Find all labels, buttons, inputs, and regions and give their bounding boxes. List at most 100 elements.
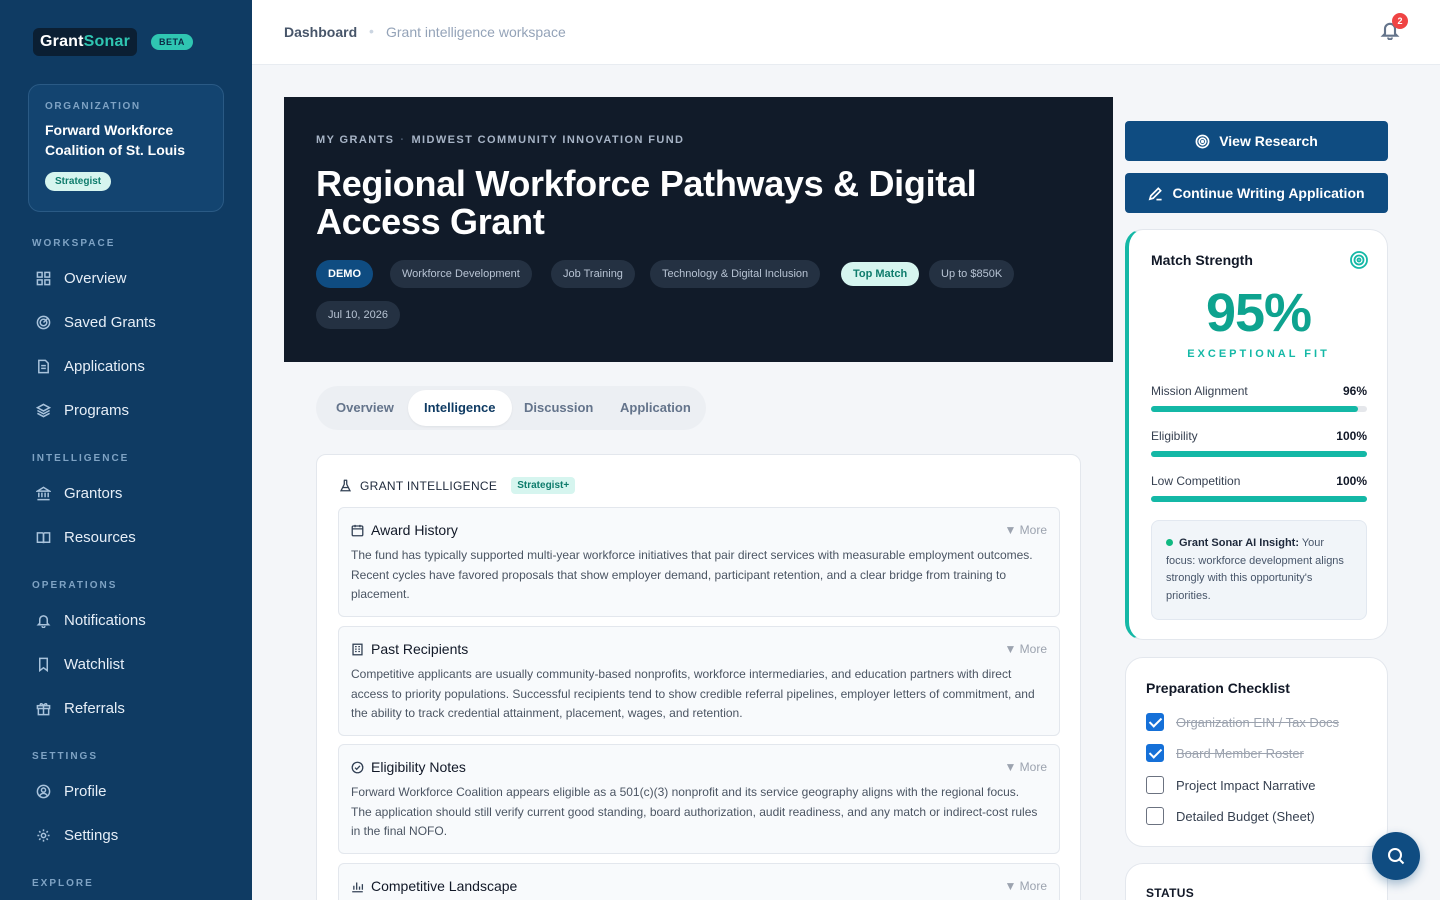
tag-demo: DEMO xyxy=(316,260,373,288)
checkbox-unchecked[interactable] xyxy=(1146,776,1164,794)
check-circle-icon xyxy=(351,761,364,773)
ai-insight-label: Grant Sonar AI Insight: xyxy=(1179,537,1299,549)
beta-badge: BETA xyxy=(151,34,193,50)
gift-icon xyxy=(36,703,51,716)
checklist-item[interactable]: Detailed Budget (Sheet) xyxy=(1146,807,1315,825)
tab-application[interactable]: Application xyxy=(604,390,707,426)
tag-category: Job Training xyxy=(551,260,635,288)
status-card: STATUS xyxy=(1125,863,1388,900)
metric-value: 96% xyxy=(1342,384,1367,398)
hero-breadcrumb-funder[interactable]: MIDWEST COMMUNITY INNOVATION FUND xyxy=(411,134,684,146)
user-icon xyxy=(36,784,51,799)
metric-name: Mission Alignment xyxy=(1151,384,1248,398)
sidebar-item-saved-grants[interactable]: Saved Grants xyxy=(36,314,156,331)
organization-card[interactable]: ORGANIZATION Forward Workforce Coalition… xyxy=(28,84,224,212)
organization-kicker: ORGANIZATION xyxy=(45,101,141,112)
breadcrumb-separator: • xyxy=(369,23,374,39)
preparation-checklist: Preparation Checklist Organization EIN /… xyxy=(1125,657,1388,847)
bar-chart-icon xyxy=(352,881,364,892)
metric-value: 100% xyxy=(1336,474,1367,488)
intel-card-body: Forward Workforce Coalition appears elig… xyxy=(351,785,1038,838)
tag-amount: Up to $850K xyxy=(929,260,1015,288)
view-research-button[interactable]: View Research xyxy=(1125,121,1388,161)
tag-top-match: Top Match xyxy=(841,262,920,286)
intel-card-award-history[interactable]: Award History ▼ More The fund has typica… xyxy=(338,507,1060,617)
sidebar-item-profile[interactable]: Profile xyxy=(36,783,107,800)
document-icon xyxy=(38,359,49,374)
sidebar-item-label: Referrals xyxy=(64,700,125,717)
checklist-item[interactable]: Board Member Roster xyxy=(1146,744,1304,762)
intel-card-title: Competitive Landscape xyxy=(371,878,518,894)
checkbox-unchecked[interactable] xyxy=(1146,807,1164,825)
sidebar-item-label: Notifications xyxy=(64,612,146,629)
sidebar-item-grantors[interactable]: Grantors xyxy=(36,485,122,502)
intel-card-past-recipients[interactable]: Past Recipients ▼ More Competitive appli… xyxy=(338,626,1060,736)
breadcrumb-current: Grant intelligence workspace xyxy=(386,24,566,40)
sidebar-item-notifications[interactable]: Notifications xyxy=(36,612,146,629)
ai-insight-box: Grant Sonar AI Insight: Your focus: work… xyxy=(1151,520,1367,620)
search-fab-button[interactable] xyxy=(1372,832,1420,880)
logo[interactable]: GrantSonar xyxy=(33,28,138,56)
more-toggle[interactable]: ▼ More xyxy=(1004,642,1047,656)
organization-name: Forward Workforce Coalition of St. Louis xyxy=(45,122,185,158)
checklist-title: Preparation Checklist xyxy=(1146,680,1290,696)
tab-intelligence[interactable]: Intelligence xyxy=(408,390,512,426)
sidebar-item-label: Profile xyxy=(64,783,107,800)
sidebar-item-resources[interactable]: Resources xyxy=(36,529,136,546)
metric-progress-bar xyxy=(1151,496,1367,502)
sidebar-item-referrals[interactable]: Referrals xyxy=(36,700,125,717)
metric-progress-fill xyxy=(1151,406,1359,412)
pencil-icon xyxy=(1149,186,1163,200)
grant-hero: MY GRANTS · MIDWEST COMMUNITY INNOVATION F… xyxy=(284,97,1113,362)
intel-card-title: Award History xyxy=(371,522,458,538)
tab-overview[interactable]: Overview xyxy=(320,390,410,426)
intel-card-header: Competitive Landscape xyxy=(351,878,517,894)
intel-card-title: Past Recipients xyxy=(371,641,469,657)
breadcrumb-dashboard[interactable]: Dashboard xyxy=(284,24,357,40)
checklist-item[interactable]: Project Impact Narrative xyxy=(1146,776,1315,794)
more-toggle[interactable]: ▼ More xyxy=(1004,760,1047,774)
more-toggle[interactable]: ▼ More xyxy=(1004,879,1047,893)
panel-header: GRANT INTELLIGENCE Strategist+ xyxy=(339,477,576,494)
sidebar-item-watchlist[interactable]: Watchlist xyxy=(36,656,124,673)
building-icon xyxy=(352,643,363,655)
status-dot-icon xyxy=(1166,539,1173,546)
metric-name: Low Competition xyxy=(1151,474,1241,488)
checkbox-checked[interactable] xyxy=(1146,744,1164,762)
bell-icon xyxy=(36,615,51,628)
nav-section-operations: OPERATIONS xyxy=(32,580,118,591)
checklist-item[interactable]: Organization EIN / Tax Docs xyxy=(1146,713,1339,731)
intel-card-header: Eligibility Notes xyxy=(351,759,466,775)
tier-badge: Strategist+ xyxy=(511,477,576,494)
nav-section-explore: EXPLORE xyxy=(32,878,94,889)
sidebar-item-label: Watchlist xyxy=(64,656,125,673)
sidebar-item-label: Settings xyxy=(64,827,119,844)
match-percent: 95% xyxy=(1205,283,1312,343)
notification-count-badge: 2 xyxy=(1392,13,1408,29)
topbar: Dashboard • Grant intelligence workspace… xyxy=(252,0,1440,65)
brand: GrantSonar BETA xyxy=(33,28,193,56)
sidebar-item-label: Resources xyxy=(64,529,136,546)
sidebar-item-overview[interactable]: Overview xyxy=(36,270,127,287)
intel-card-title: Eligibility Notes xyxy=(371,759,466,775)
grant-tabs: Overview Intelligence Discussion Applica… xyxy=(316,386,706,430)
tag-deadline: Jul 10, 2026 xyxy=(316,301,400,329)
intel-card-eligibility-notes[interactable]: Eligibility Notes ▼ More Forward Workfor… xyxy=(338,744,1060,854)
checkbox-checked[interactable] xyxy=(1146,713,1164,731)
logo-text-accent: Sonar xyxy=(83,33,131,50)
sidebar-item-settings[interactable]: Settings xyxy=(36,827,118,844)
logo-text: Grant xyxy=(40,33,84,50)
sidebar-item-applications[interactable]: Applications xyxy=(36,358,145,375)
sidebar-item-programs[interactable]: Programs xyxy=(36,402,129,419)
hero-breadcrumb-my-grants[interactable]: MY GRANTS xyxy=(316,134,394,146)
notifications-button[interactable]: 2 xyxy=(1380,13,1408,44)
tag-category: Workforce Development xyxy=(390,260,532,288)
tab-discussion[interactable]: Discussion xyxy=(508,390,609,426)
more-toggle[interactable]: ▼ More xyxy=(1004,523,1047,537)
continue-writing-button[interactable]: Continue Writing Application xyxy=(1125,173,1388,213)
metric-progress-fill xyxy=(1151,496,1367,502)
metric-mission-alignment: Mission Alignment 96% xyxy=(1151,384,1367,412)
intel-card-competitive-landscape[interactable]: Competitive Landscape ▼ More xyxy=(338,863,1060,900)
checklist-item-label: Project Impact Narrative xyxy=(1176,777,1316,793)
hero-breadcrumb: MY GRANTS · MIDWEST COMMUNITY INNOVATION F… xyxy=(316,134,684,146)
